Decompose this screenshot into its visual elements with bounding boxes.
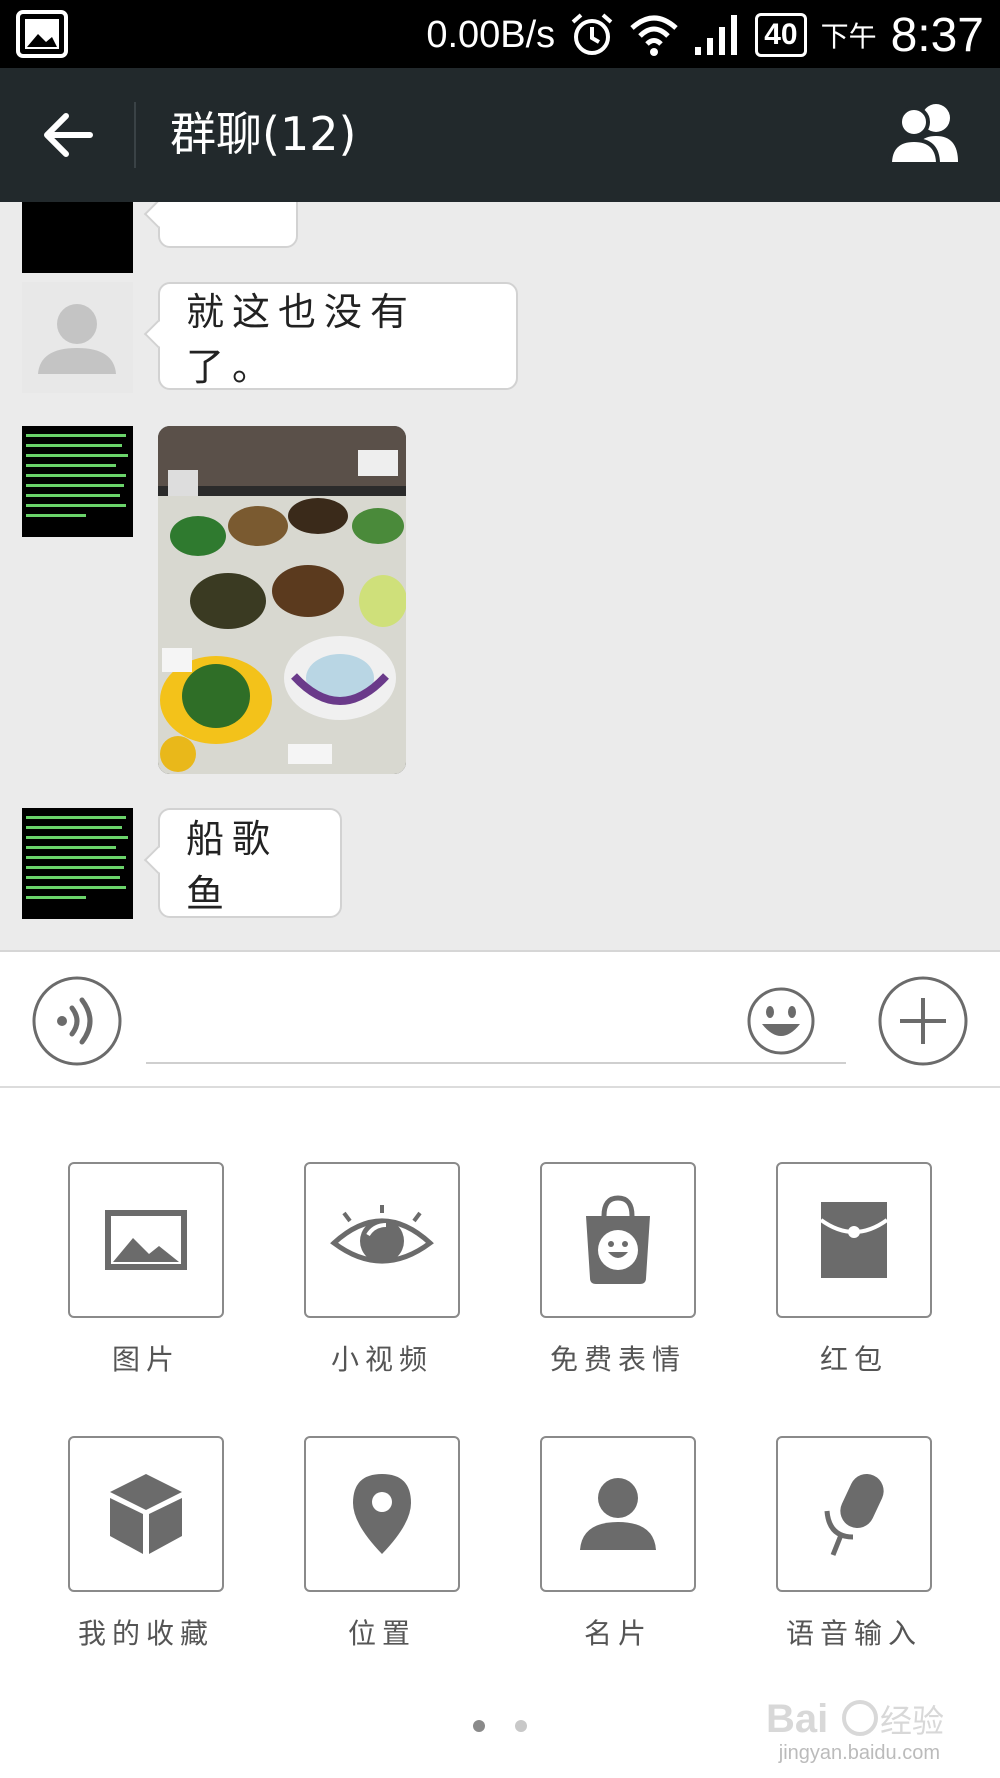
status-bar: 0.00B/s 40 下午 8:37 <box>0 0 1000 68</box>
svg-text:Bai: Bai <box>766 1697 828 1741</box>
panel-item-voice-input[interactable]: 语音输入 <box>776 1436 932 1652</box>
title-divider <box>134 102 136 168</box>
text-wallpaper-avatar[interactable] <box>22 808 133 919</box>
battery-icon: 40 <box>755 13 807 57</box>
avatar[interactable] <box>22 202 133 273</box>
food-photo-message[interactable] <box>158 426 406 774</box>
smiley-icon[interactable] <box>746 986 816 1056</box>
eye-icon <box>330 1205 434 1264</box>
attachment-panel: 图片 小视频 免费表情 红包 我的收藏 位置 名片 语音输入 <box>0 1090 1000 1778</box>
panel-item-label: 免费表情 <box>549 1343 686 1376</box>
voice-input-tile[interactable] <box>776 1436 932 1592</box>
message-input[interactable] <box>146 980 846 1064</box>
message-bubble[interactable] <box>158 202 298 248</box>
panel-item-label: 语音输入 <box>785 1617 922 1650</box>
red-packet-tile[interactable] <box>776 1162 932 1318</box>
back-button[interactable] <box>30 98 104 172</box>
group-members-icon[interactable] <box>886 100 970 170</box>
arrow-left-icon <box>44 113 93 157</box>
text-wallpaper-avatar[interactable] <box>22 426 133 537</box>
video-tile[interactable] <box>304 1162 460 1318</box>
contact-card-tile[interactable] <box>540 1436 696 1592</box>
network-speed: 0.00B/s <box>426 13 556 56</box>
person-card-icon <box>580 1478 656 1550</box>
microphone-icon <box>824 1474 884 1556</box>
panel-item-location[interactable]: 位置 <box>304 1436 460 1652</box>
panel-item-favorites[interactable]: 我的收藏 <box>68 1436 224 1652</box>
stickers-tile[interactable] <box>540 1162 696 1318</box>
panel-item-label: 名片 <box>583 1617 652 1650</box>
alarm-icon <box>571 13 613 55</box>
location-tile[interactable] <box>304 1436 460 1592</box>
red-packet-icon <box>819 1202 889 1278</box>
panel-item-stickers[interactable]: 免费表情 <box>540 1162 696 1378</box>
favorites-tile[interactable] <box>68 1436 224 1592</box>
panel-item-label: 位置 <box>347 1617 416 1650</box>
panel-item-label: 图片 <box>111 1343 180 1376</box>
panel-item-video[interactable]: 小视频 <box>304 1162 460 1378</box>
page-dot-active[interactable] <box>473 1720 485 1732</box>
panel-item-contact-card[interactable]: 名片 <box>540 1436 696 1652</box>
panel-item-label: 我的收藏 <box>77 1617 214 1650</box>
message-bubble[interactable]: 船歌鱼 <box>158 808 342 918</box>
box-icon <box>110 1474 182 1554</box>
image-icon <box>105 1210 187 1270</box>
gallery-icon <box>16 10 68 58</box>
panel-item-label: 红包 <box>819 1343 888 1376</box>
panel-item-image[interactable]: 图片 <box>68 1162 224 1378</box>
default-avatar[interactable] <box>22 282 133 393</box>
voice-icon[interactable] <box>32 976 122 1066</box>
watermark-url: jingyan.baidu.com <box>778 1742 940 1764</box>
title-bar: 群聊(12) <box>0 68 1000 202</box>
input-bar <box>0 954 1000 1088</box>
ampm-label: 下午 <box>820 20 877 53</box>
chat-title: 群聊(12) <box>170 107 357 161</box>
panel-item-label: 小视频 <box>330 1343 433 1376</box>
chat-message-list[interactable]: 就这也没有了。 船歌鱼 <box>0 202 1000 952</box>
plus-icon[interactable] <box>878 976 968 1066</box>
svg-text:经验: 经验 <box>880 1702 944 1740</box>
panel-item-red-packet[interactable]: 红包 <box>776 1162 932 1378</box>
message-bubble[interactable]: 就这也没有了。 <box>158 282 518 390</box>
page-dot[interactable] <box>515 1720 527 1732</box>
location-pin-icon <box>353 1474 411 1554</box>
wifi-icon <box>630 15 678 56</box>
signal-icon <box>695 15 738 55</box>
sticker-bag-icon <box>586 1195 650 1284</box>
image-tile[interactable] <box>68 1162 224 1318</box>
clock-time: 8:37 <box>890 8 984 62</box>
